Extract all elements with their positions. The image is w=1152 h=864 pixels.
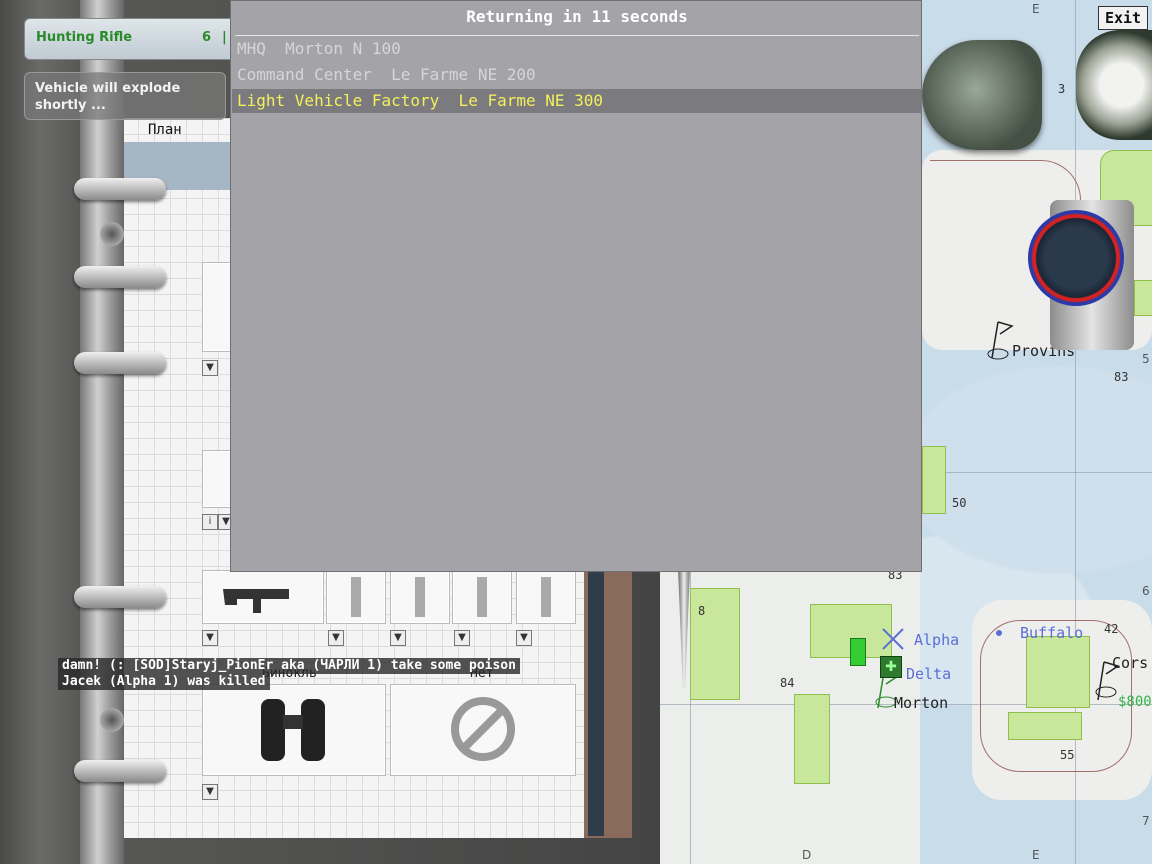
map-grid-label: 5 bbox=[1142, 352, 1150, 366]
magazine-icon bbox=[477, 577, 487, 617]
map-elevation: 8 bbox=[698, 604, 706, 618]
map-grid-label: E bbox=[1032, 2, 1040, 16]
magazine-icon bbox=[415, 577, 425, 617]
respawn-dialog: Returning in 11 seconds MHQ Morton N 100… bbox=[230, 0, 922, 572]
weapon-name: Hunting Rifle bbox=[36, 30, 133, 45]
chat-log: damn! (: [SOD]Staryj_PionEr aka (ЧАРЛИ 1… bbox=[58, 658, 520, 690]
gear-slot-empty[interactable] bbox=[390, 684, 576, 776]
unit-dot-icon bbox=[996, 630, 1002, 636]
hint-text: Vehicle will explode shortly ... bbox=[35, 81, 181, 113]
respawn-option-mhq[interactable]: MHQ Morton N 100 bbox=[232, 37, 922, 61]
notebook-spine bbox=[80, 0, 124, 864]
slot-dropdown-button[interactable]: ▼ bbox=[202, 630, 218, 646]
smg-icon bbox=[223, 589, 289, 613]
respawn-option-light-vehicle-factory[interactable]: Light Vehicle Factory Le Farme NE 300 bbox=[232, 89, 922, 113]
chat-line: damn! (: [SOD]Staryj_PionEr aka (ЧАРЛИ 1… bbox=[58, 658, 520, 674]
money-label: $800 bbox=[1118, 694, 1152, 710]
ammo-count: 6 bbox=[202, 30, 212, 45]
exit-button[interactable]: Exit bbox=[1098, 6, 1148, 30]
town-label: Cors bbox=[1112, 654, 1149, 672]
gear-slot[interactable] bbox=[202, 450, 232, 508]
binoculars-icon bbox=[261, 699, 325, 761]
map-field bbox=[922, 446, 946, 514]
map-elevation: 83 bbox=[1114, 370, 1129, 384]
slot-dropdown-button[interactable]: ▼ bbox=[328, 630, 344, 646]
binder-hole bbox=[100, 222, 124, 246]
gear-slot-magazine[interactable] bbox=[390, 570, 450, 624]
dialog-divider bbox=[235, 35, 919, 36]
gear-slot[interactable] bbox=[202, 262, 232, 352]
gear-slot-magazine[interactable] bbox=[326, 570, 386, 624]
map-elevation: 55 bbox=[1060, 748, 1075, 762]
no-item-icon bbox=[451, 697, 515, 761]
gear-slot-magazine[interactable] bbox=[516, 570, 576, 624]
slot-dropdown-button[interactable]: ▼ bbox=[202, 360, 218, 376]
map-field bbox=[1134, 280, 1152, 316]
ammo-separator: | bbox=[222, 30, 227, 45]
binder-ring bbox=[74, 352, 166, 374]
respawn-countdown: Returning in 11 seconds bbox=[466, 7, 688, 26]
tab-plan[interactable]: План bbox=[148, 122, 182, 138]
compass-icon bbox=[922, 40, 1042, 150]
map-elevation: 84 bbox=[780, 676, 795, 690]
binder-ring bbox=[74, 586, 166, 608]
town-label: Morton bbox=[894, 694, 949, 712]
gear-slot-magazine[interactable] bbox=[452, 570, 512, 624]
gear-slot-smg[interactable] bbox=[202, 570, 324, 624]
map-field bbox=[794, 694, 830, 784]
slot-dropdown-button[interactable]: ▼ bbox=[516, 630, 532, 646]
compass-dial-icon bbox=[1076, 30, 1152, 140]
map-grid-label: 7 bbox=[1142, 814, 1150, 828]
binder-ring bbox=[74, 760, 166, 782]
slot-dropdown-button[interactable]: ▼ bbox=[202, 784, 218, 800]
unit-square-icon[interactable]: ✚ bbox=[880, 656, 902, 678]
magazine-icon bbox=[541, 577, 551, 617]
magazine-icon bbox=[351, 577, 361, 617]
unit-label-buffalo[interactable]: Buffalo bbox=[1020, 624, 1083, 642]
binder-hole bbox=[100, 708, 124, 732]
map-grid-label: E bbox=[1032, 848, 1040, 862]
map-grid-label: 6 bbox=[1142, 584, 1150, 598]
map-elevation: 3 bbox=[1058, 82, 1066, 96]
slot-info-button[interactable]: i bbox=[202, 514, 218, 530]
respawn-option-command-center[interactable]: Command Center Le Farme NE 200 bbox=[232, 63, 922, 87]
unit-marker-icon[interactable] bbox=[880, 626, 906, 652]
map-elevation: 50 bbox=[952, 496, 967, 510]
gear-slot-binoculars[interactable] bbox=[202, 684, 386, 776]
vehicle-marker-icon[interactable] bbox=[850, 638, 866, 666]
unit-label-alpha[interactable]: Alpha bbox=[914, 631, 959, 649]
binder-ring bbox=[74, 266, 166, 288]
binder-ring bbox=[74, 178, 166, 200]
slot-dropdown-button[interactable]: ▼ bbox=[454, 630, 470, 646]
chat-line: Jacek (Alpha 1) was killed bbox=[58, 674, 270, 690]
slot-dropdown-button[interactable]: ▼ bbox=[390, 630, 406, 646]
watch-icon bbox=[1028, 210, 1124, 306]
map-elevation: 42 bbox=[1104, 622, 1119, 636]
map-grid-label: D bbox=[802, 848, 812, 862]
unit-label-delta[interactable]: Delta bbox=[906, 665, 951, 683]
